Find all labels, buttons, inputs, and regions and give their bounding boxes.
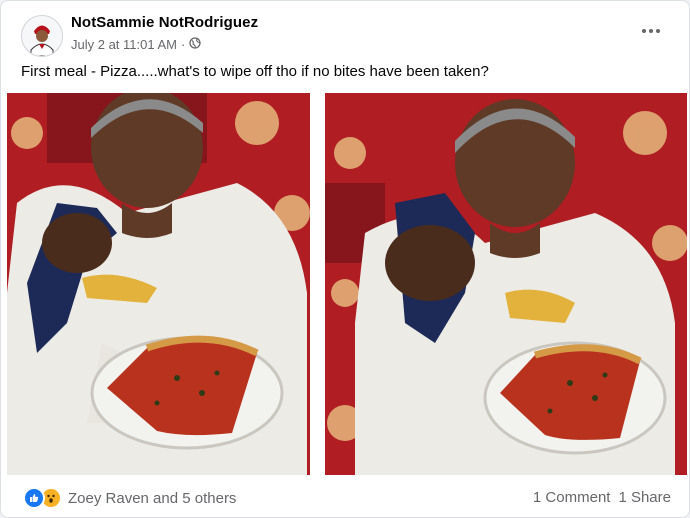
reactions-summary[interactable]: Zoey Raven and 5 others — [23, 487, 236, 509]
post-photos — [7, 93, 687, 475]
post-card: NotSammie NotRodriguez July 2 at 11:01 A… — [0, 0, 690, 518]
comments-count[interactable]: 1 Comment — [533, 489, 611, 506]
globe-icon — [189, 37, 201, 52]
author-name[interactable]: NotSammie NotRodriguez — [71, 14, 258, 31]
author-avatar[interactable] — [21, 15, 63, 57]
reactions-text: Zoey Raven and 5 others — [68, 489, 237, 507]
post-timestamp[interactable]: July 2 at 11:01 AM — [71, 37, 177, 52]
post-meta: July 2 at 11:01 AM · — [71, 37, 201, 52]
meta-separator: · — [181, 37, 186, 52]
shares-count[interactable]: 1 Share — [618, 489, 671, 506]
like-icon — [23, 487, 45, 509]
post-footer: Zoey Raven and 5 others 1 Comment 1 Shar… — [1, 475, 689, 517]
post-photo-left[interactable] — [7, 93, 310, 475]
engagement-counts: 1 Comment 1 Share — [533, 489, 671, 506]
more-options-icon[interactable] — [639, 21, 663, 41]
post-photo-right[interactable] — [325, 93, 687, 475]
post-text: First meal - Pizza.....what's to wipe of… — [21, 63, 489, 80]
